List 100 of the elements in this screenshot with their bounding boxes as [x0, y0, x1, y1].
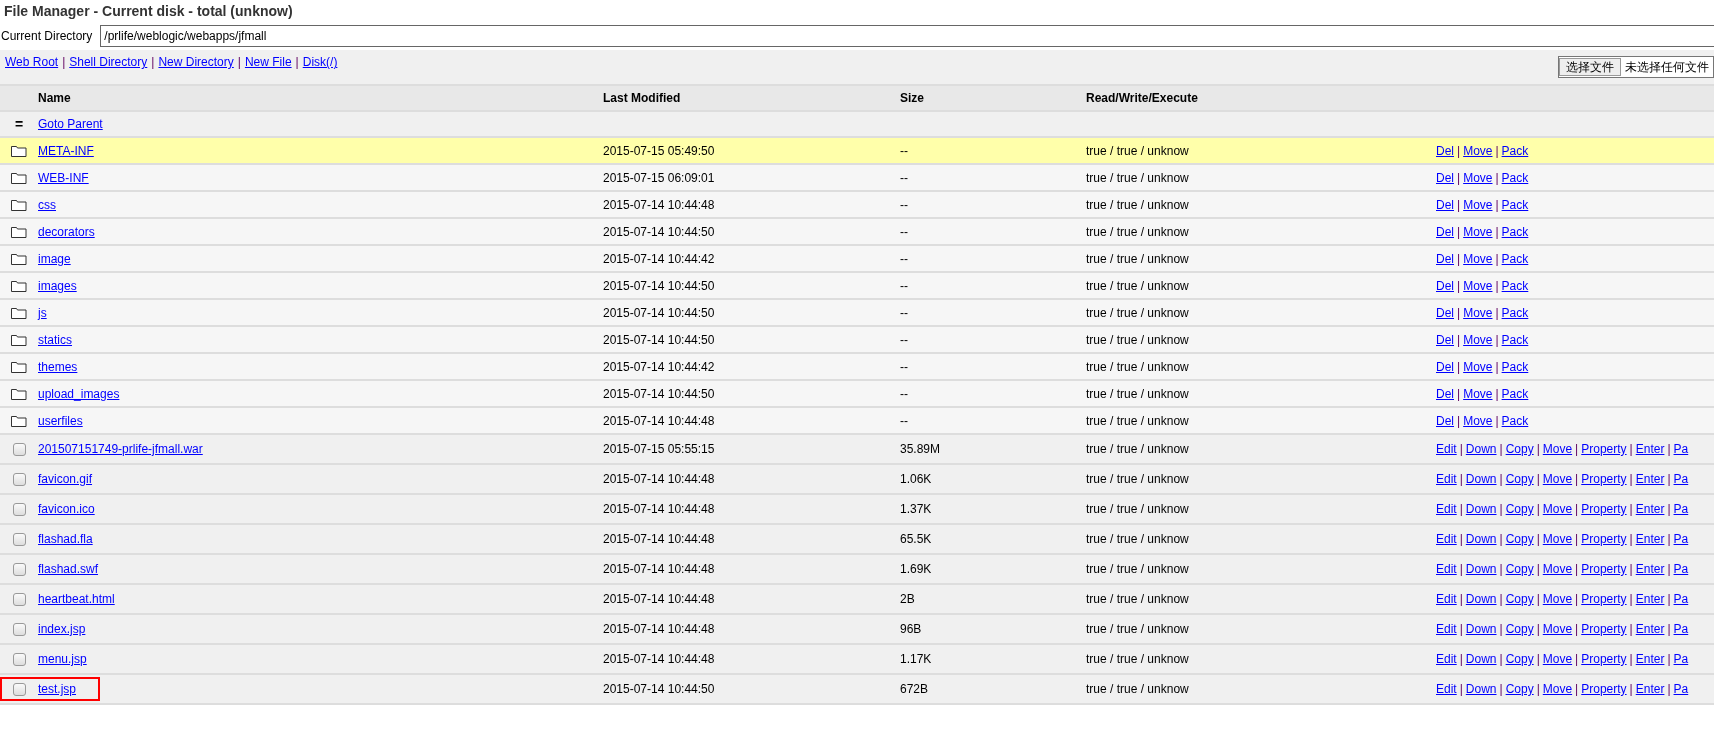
action-link[interactable]: Property — [1581, 592, 1627, 606]
action-link[interactable]: Edit — [1436, 622, 1457, 636]
action-link[interactable]: Del — [1436, 143, 1454, 158]
row-checkbox[interactable] — [12, 472, 26, 486]
action-link[interactable]: Pa — [1673, 472, 1689, 486]
action-link[interactable]: Move — [1542, 532, 1573, 546]
action-link[interactable]: Move — [1463, 170, 1493, 185]
action-link[interactable]: Copy — [1505, 592, 1534, 606]
action-link[interactable]: Del — [1436, 278, 1454, 293]
action-link[interactable]: Enter — [1635, 502, 1665, 516]
action-link[interactable]: Move — [1542, 622, 1573, 636]
action-link[interactable]: Pa — [1673, 442, 1689, 456]
file-link[interactable]: flashad.swf — [38, 562, 99, 576]
action-link[interactable]: Property — [1581, 502, 1627, 516]
action-link[interactable]: Edit — [1436, 502, 1457, 516]
row-checkbox[interactable] — [12, 592, 26, 606]
action-link[interactable]: Pa — [1673, 682, 1689, 696]
action-link[interactable]: Copy — [1505, 502, 1534, 516]
file-picker[interactable]: 选择文件 未选择任何文件 — [1558, 56, 1714, 78]
file-link[interactable]: themes — [38, 359, 78, 374]
action-link[interactable]: Pack — [1501, 332, 1529, 347]
action-link[interactable]: Pa — [1673, 562, 1689, 576]
action-link[interactable]: Del — [1436, 224, 1454, 239]
action-link[interactable]: Pack — [1501, 197, 1529, 212]
action-link[interactable]: Edit — [1436, 532, 1457, 546]
action-link[interactable]: Copy — [1505, 682, 1534, 696]
action-link[interactable]: Pack — [1501, 278, 1529, 293]
file-link[interactable]: upload_images — [38, 386, 120, 401]
action-link[interactable]: Edit — [1436, 472, 1457, 486]
action-link[interactable]: Move — [1463, 278, 1493, 293]
action-link[interactable]: Del — [1436, 332, 1454, 347]
file-link[interactable]: menu.jsp — [38, 652, 87, 666]
action-link[interactable]: Enter — [1635, 442, 1665, 456]
action-link[interactable]: Property — [1581, 622, 1627, 636]
action-link[interactable]: Copy — [1505, 532, 1534, 546]
directory-field[interactable]: /prlife/weblogic/webapps/jfmall — [100, 25, 1714, 47]
file-link[interactable]: css — [38, 197, 56, 212]
row-checkbox[interactable] — [12, 442, 26, 456]
action-link[interactable]: Enter — [1635, 682, 1665, 696]
action-link[interactable]: Enter — [1635, 622, 1665, 636]
action-link[interactable]: Del — [1436, 359, 1454, 374]
row-checkbox[interactable] — [12, 562, 26, 576]
file-link[interactable]: WEB-INF — [38, 170, 89, 185]
action-link[interactable]: Move — [1463, 224, 1493, 239]
file-link[interactable]: favicon.gif — [38, 472, 93, 486]
action-link[interactable]: Pa — [1673, 622, 1689, 636]
action-link[interactable]: Copy — [1505, 622, 1534, 636]
action-link[interactable]: Enter — [1635, 472, 1665, 486]
action-link[interactable]: Pack — [1501, 251, 1529, 266]
action-link[interactable]: Edit — [1436, 442, 1457, 456]
file-link[interactable]: statics — [38, 332, 72, 347]
action-link[interactable]: Enter — [1635, 652, 1665, 666]
action-link[interactable]: Property — [1581, 472, 1627, 486]
row-checkbox[interactable] — [12, 532, 26, 546]
action-link[interactable]: Copy — [1505, 562, 1534, 576]
row-checkbox[interactable] — [12, 502, 26, 516]
action-link[interactable]: Down — [1465, 472, 1497, 486]
action-link[interactable]: Edit — [1436, 592, 1457, 606]
file-link[interactable]: META-INF — [38, 143, 94, 158]
nav-link[interactable]: New Directory — [158, 55, 234, 69]
action-link[interactable]: Down — [1465, 622, 1497, 636]
action-link[interactable]: Copy — [1505, 652, 1534, 666]
file-link[interactable]: images — [38, 278, 77, 293]
file-link[interactable]: decorators — [38, 224, 95, 239]
action-link[interactable]: Move — [1542, 502, 1573, 516]
action-link[interactable]: Del — [1436, 305, 1454, 320]
action-link[interactable]: Move — [1463, 197, 1493, 212]
parent-link[interactable]: Goto Parent — [38, 117, 103, 131]
action-link[interactable]: Move — [1542, 472, 1573, 486]
action-link[interactable]: Del — [1436, 386, 1454, 401]
action-link[interactable]: Pack — [1501, 359, 1529, 374]
action-link[interactable]: Pack — [1501, 413, 1529, 428]
action-link[interactable]: Move — [1542, 652, 1573, 666]
file-link[interactable]: flashad.fla — [38, 532, 93, 546]
action-link[interactable]: Down — [1465, 682, 1497, 696]
row-checkbox[interactable] — [12, 622, 26, 636]
file-link[interactable]: index.jsp — [38, 622, 86, 636]
action-link[interactable]: Enter — [1635, 532, 1665, 546]
file-link[interactable]: favicon.ico — [38, 502, 95, 516]
action-link[interactable]: Move — [1463, 413, 1493, 428]
action-link[interactable]: Move — [1542, 592, 1573, 606]
file-link[interactable]: userfiles — [38, 413, 83, 428]
action-link[interactable]: Edit — [1436, 562, 1457, 576]
action-link[interactable]: Move — [1463, 332, 1493, 347]
action-link[interactable]: Copy — [1505, 442, 1534, 456]
action-link[interactable]: Pack — [1501, 386, 1529, 401]
file-link[interactable]: heartbeat.html — [38, 592, 115, 606]
action-link[interactable]: Pack — [1501, 224, 1529, 239]
action-link[interactable]: Del — [1436, 413, 1454, 428]
action-link[interactable]: Move — [1463, 386, 1493, 401]
action-link[interactable]: Property — [1581, 532, 1627, 546]
action-link[interactable]: Down — [1465, 502, 1497, 516]
nav-link[interactable]: Shell Directory — [69, 55, 148, 69]
action-link[interactable]: Del — [1436, 170, 1454, 185]
action-link[interactable]: Down — [1465, 592, 1497, 606]
file-link[interactable]: js — [38, 305, 47, 320]
file-link[interactable]: 201507151749-prlife-jfmall.war — [38, 442, 203, 456]
action-link[interactable]: Edit — [1436, 682, 1457, 696]
action-link[interactable]: Property — [1581, 652, 1627, 666]
action-link[interactable]: Down — [1465, 652, 1497, 666]
